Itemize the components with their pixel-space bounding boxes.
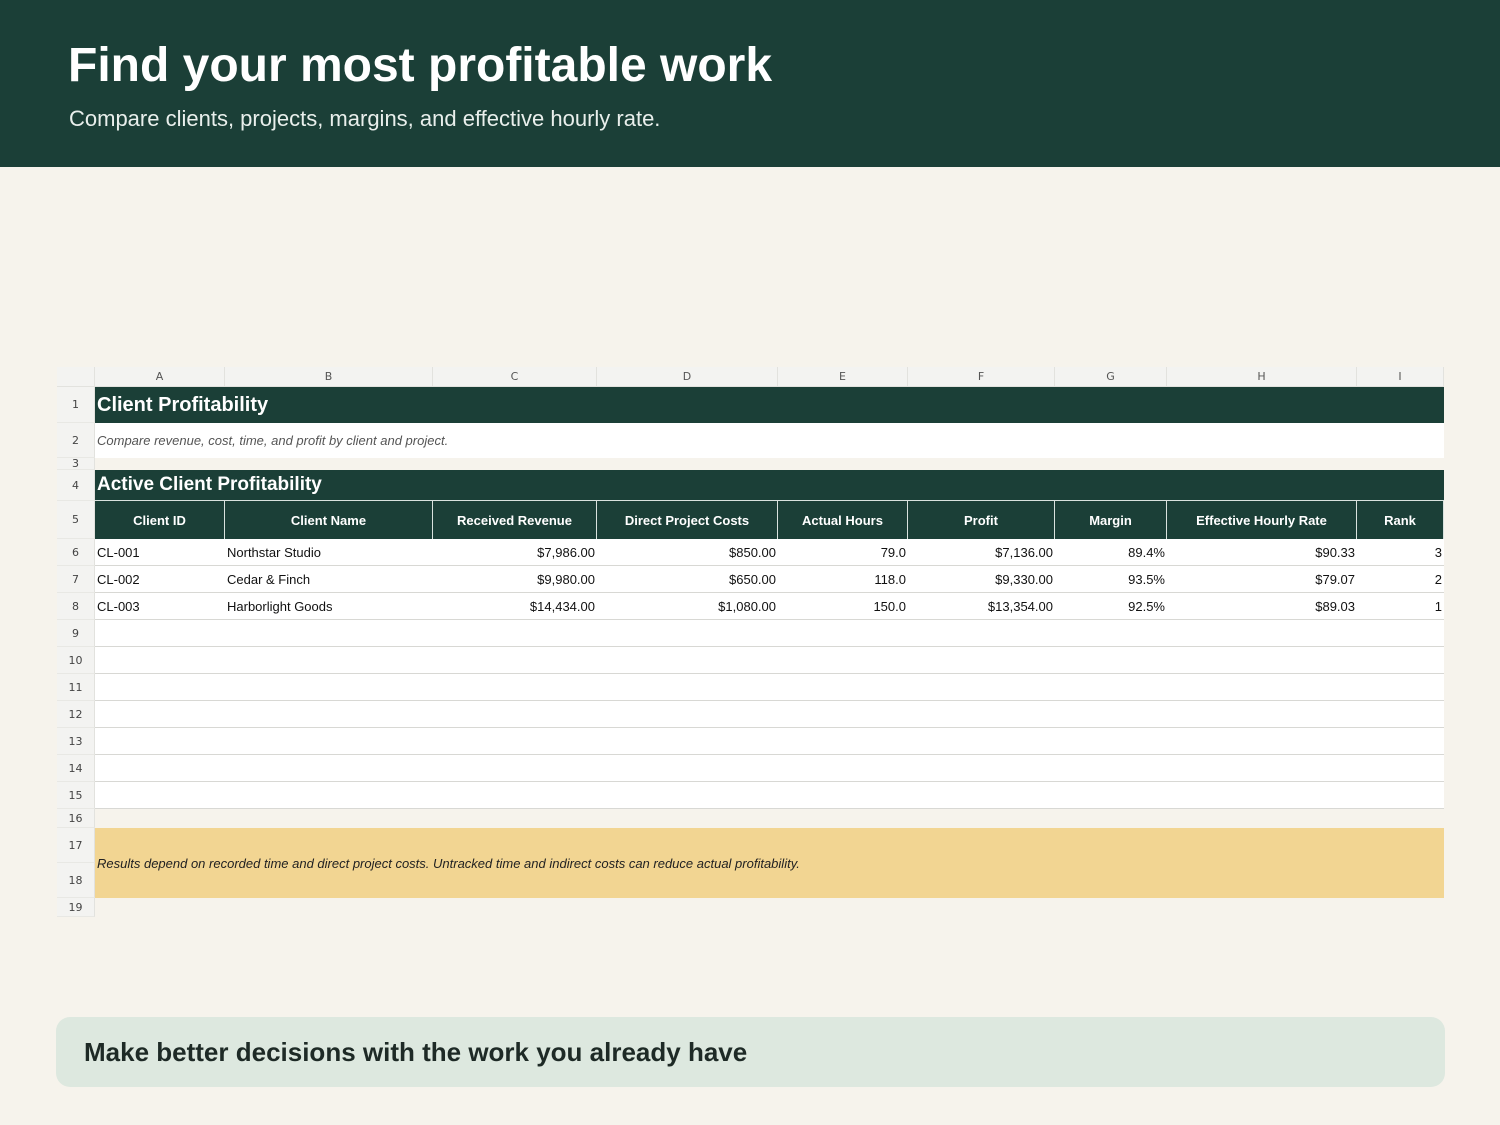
table-cell[interactable]: $13,354.00: [908, 593, 1055, 619]
hero-banner: Find your most profitable work Compare c…: [0, 0, 1500, 167]
row-number[interactable]: 7: [57, 566, 95, 593]
column-title[interactable]: Client Name: [225, 501, 433, 539]
column-title[interactable]: Effective Hourly Rate: [1167, 501, 1357, 539]
row-number[interactable]: 15: [57, 782, 95, 809]
table-cell[interactable]: 150.0: [778, 593, 908, 619]
table-cell[interactable]: $650.00: [597, 566, 778, 592]
row-number[interactable]: 9: [57, 620, 95, 647]
column-header-a[interactable]: A: [95, 367, 225, 387]
row-number[interactable]: 5: [57, 501, 95, 539]
row-number[interactable]: 3: [57, 457, 95, 470]
cta-text: Make better decisions with the work you …: [84, 1036, 748, 1067]
column-header-g[interactable]: G: [1055, 367, 1167, 387]
table-cell[interactable]: $14,434.00: [433, 593, 597, 619]
table-header-row: Client ID Client Name Received Revenue Dire…: [95, 501, 1444, 539]
row-number[interactable]: 1: [57, 387, 95, 423]
table-cell[interactable]: 89.4%: [1055, 539, 1167, 565]
column-header-f[interactable]: F: [908, 367, 1055, 387]
table-cell[interactable]: Cedar & Finch: [225, 566, 433, 592]
table-cell[interactable]: $79.07: [1167, 566, 1357, 592]
empty-row[interactable]: [95, 755, 1444, 782]
table-cell[interactable]: 118.0: [778, 566, 908, 592]
table-cell[interactable]: 2: [1357, 566, 1444, 592]
cta-card: Make better decisions with the work you …: [56, 1017, 1445, 1087]
empty-row[interactable]: [95, 728, 1444, 755]
row-number[interactable]: 12: [57, 701, 95, 728]
table-cell[interactable]: $1,080.00: [597, 593, 778, 619]
table-cell[interactable]: Harborlight Goods: [225, 593, 433, 619]
spreadsheet[interactable]: A B C D E F G H I 1 2 3 4 5 6 7 8 9 10 11 12 13 14 15 16 17 18 19 Cl…: [57, 367, 1444, 917]
row-number[interactable]: 13: [57, 728, 95, 755]
column-header-c[interactable]: C: [433, 367, 597, 387]
row-number[interactable]: 11: [57, 674, 95, 701]
table-cell[interactable]: 3: [1357, 539, 1444, 565]
row-number[interactable]: 6: [57, 539, 95, 566]
table-cell[interactable]: 1: [1357, 593, 1444, 619]
column-title[interactable]: Actual Hours: [778, 501, 908, 539]
column-header-i[interactable]: I: [1357, 367, 1444, 387]
column-header-e[interactable]: E: [778, 367, 908, 387]
column-title[interactable]: Received Revenue: [433, 501, 597, 539]
table-cell[interactable]: $90.33: [1167, 539, 1357, 565]
page-title: Find your most profitable work: [68, 39, 773, 92]
table-cell[interactable]: CL-001: [95, 539, 225, 565]
table-row[interactable]: CL-001 Northstar Studio $7,986.00 $850.00 79…: [95, 539, 1444, 566]
table-cell[interactable]: $7,986.00: [433, 539, 597, 565]
empty-row[interactable]: [95, 647, 1444, 674]
row-number[interactable]: 10: [57, 647, 95, 674]
empty-row[interactable]: [95, 674, 1444, 701]
section-title: Active Client Profitability: [95, 470, 1444, 501]
row-number[interactable]: 17: [57, 828, 95, 863]
table-cell[interactable]: Northstar Studio: [225, 539, 433, 565]
table-cell[interactable]: $850.00: [597, 539, 778, 565]
column-title[interactable]: Margin: [1055, 501, 1167, 539]
table-cell[interactable]: CL-003: [95, 593, 225, 619]
table-cell[interactable]: 93.5%: [1055, 566, 1167, 592]
table-cell[interactable]: $89.03: [1167, 593, 1357, 619]
disclaimer-note: Results depend on recorded time and dire…: [95, 828, 1444, 898]
column-title[interactable]: Direct Project Costs: [597, 501, 778, 539]
row-number[interactable]: 8: [57, 593, 95, 620]
row-number[interactable]: 14: [57, 755, 95, 782]
column-title[interactable]: Rank: [1357, 501, 1444, 539]
column-title[interactable]: Profit: [908, 501, 1055, 539]
column-header-d[interactable]: D: [597, 367, 778, 387]
page-subtitle: Compare clients, projects, margins, and …: [69, 106, 661, 131]
table-cell[interactable]: $9,330.00: [908, 566, 1055, 592]
empty-row[interactable]: [95, 782, 1444, 809]
column-title[interactable]: Client ID: [95, 501, 225, 539]
sheet-corner[interactable]: [57, 367, 95, 387]
row-number[interactable]: 2: [57, 423, 95, 458]
table-cell[interactable]: CL-002: [95, 566, 225, 592]
table-row[interactable]: CL-002 Cedar & Finch $9,980.00 $650.00 118.0…: [95, 566, 1444, 593]
sheet-subtitle: Compare revenue, cost, time, and profit …: [95, 423, 1444, 458]
empty-row[interactable]: [95, 620, 1444, 647]
table-cell[interactable]: 92.5%: [1055, 593, 1167, 619]
table-cell[interactable]: $9,980.00: [433, 566, 597, 592]
row-number[interactable]: 18: [57, 863, 95, 898]
row-number[interactable]: 16: [57, 809, 95, 828]
row-number[interactable]: 4: [57, 470, 95, 501]
table-cell[interactable]: 79.0: [778, 539, 908, 565]
row-number[interactable]: 19: [57, 898, 95, 917]
table-row[interactable]: CL-003 Harborlight Goods $14,434.00 $1,080.…: [95, 593, 1444, 620]
empty-row[interactable]: [95, 701, 1444, 728]
column-header-b[interactable]: B: [225, 367, 433, 387]
column-header-h[interactable]: H: [1167, 367, 1357, 387]
table-cell[interactable]: $7,136.00: [908, 539, 1055, 565]
sheet-title: Client Profitability: [95, 387, 1444, 423]
